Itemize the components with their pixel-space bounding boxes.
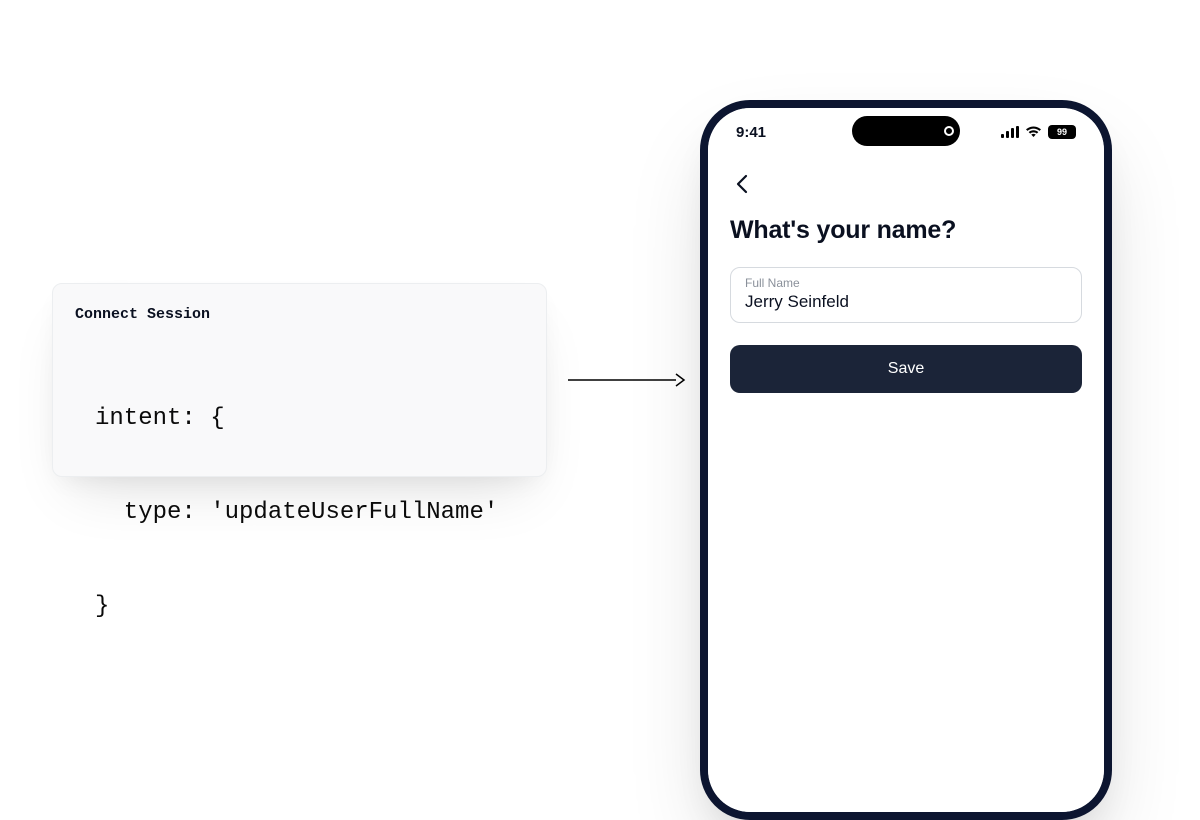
code-line: intent: { <box>95 403 524 434</box>
status-bar: 9:41 <box>708 108 1104 156</box>
code-line: } <box>95 591 524 622</box>
dynamic-island <box>852 116 960 146</box>
code-block: intent: { type: 'updateUserFullName' } <box>75 341 524 684</box>
battery-icon: 99 <box>1048 125 1076 139</box>
phone-frame: 9:41 <box>700 100 1112 820</box>
camera-dot-icon <box>944 126 954 136</box>
status-time: 9:41 <box>736 124 796 141</box>
phone-content: What's your name? Full Name Save <box>708 198 1104 393</box>
save-button[interactable]: Save <box>730 345 1082 393</box>
topbar <box>708 156 1104 198</box>
status-right: 99 <box>1001 125 1076 139</box>
signal-icon <box>1001 126 1019 138</box>
page-title: What's your name? <box>730 216 1082 245</box>
code-card: Connect Session intent: { type: 'updateU… <box>52 283 547 477</box>
code-line: type: 'updateUserFullName' <box>95 497 524 528</box>
code-card-title: Connect Session <box>75 306 524 323</box>
full-name-field[interactable]: Full Name <box>730 267 1082 323</box>
phone-screen: 9:41 <box>708 108 1104 812</box>
chevron-left-icon <box>736 174 748 199</box>
field-label: Full Name <box>745 276 1067 290</box>
wifi-icon <box>1025 126 1042 138</box>
back-button[interactable] <box>730 174 754 198</box>
full-name-input[interactable] <box>745 292 1067 312</box>
battery-level: 99 <box>1057 127 1067 137</box>
arrow-icon <box>568 372 686 388</box>
